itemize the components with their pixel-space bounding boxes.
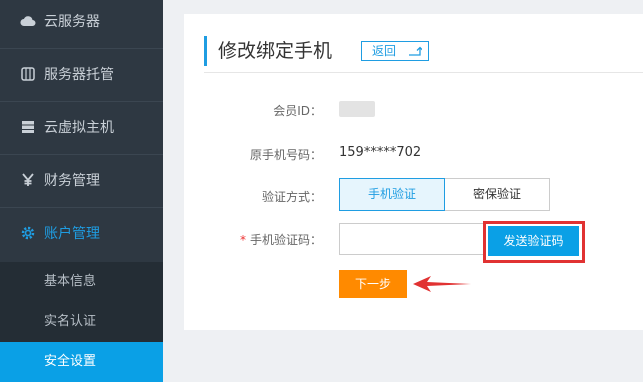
member-id-value-masked — [339, 101, 375, 117]
title-divider — [204, 72, 643, 73]
sidebar-item-finance[interactable]: 财务管理 — [0, 155, 163, 208]
submenu-item-real-name[interactable]: 实名认证 — [0, 302, 163, 342]
verify-method-label: 验证方式： — [261, 190, 322, 204]
method-security-tab[interactable]: 密保验证 — [445, 178, 550, 211]
yen-icon — [20, 172, 36, 188]
cloud-icon — [20, 13, 36, 29]
sidebar-item-label: 云虚拟主机 — [44, 120, 114, 136]
sidebar-item-label: 服务器托管 — [44, 67, 114, 83]
sidebar-item-account[interactable]: 账户管理 — [0, 208, 163, 261]
gear-icon — [20, 225, 36, 241]
virtual-host-icon — [20, 119, 36, 135]
red-arrow-icon — [413, 276, 471, 292]
back-button[interactable]: 返回 — [361, 41, 429, 61]
return-arrow-icon — [409, 46, 422, 56]
page-title: 修改绑定手机 — [218, 40, 333, 62]
sidebar-item-cloud-server[interactable]: 云服务器 — [0, 0, 163, 49]
sidebar-item-label: 财务管理 — [44, 173, 100, 189]
code-label: 手机验证码： — [249, 233, 322, 247]
sidebar-item-server-hosting[interactable]: 服务器托管 — [0, 49, 163, 102]
send-code-button[interactable]: 发送验证码 — [488, 226, 579, 256]
next-step-button[interactable]: 下一步 — [339, 270, 407, 298]
required-mark: * — [239, 233, 246, 247]
account-submenu: 基本信息 实名认证 安全设置 — [0, 262, 163, 382]
phone-label: 原手机号码： — [249, 148, 322, 162]
code-label-wrap: * 手机验证码： — [240, 231, 322, 248]
server-rack-icon — [20, 66, 36, 82]
submenu-item-basic-info[interactable]: 基本信息 — [0, 262, 163, 302]
phone-value: 159*****702 — [339, 145, 422, 160]
verification-code-input[interactable] — [339, 223, 484, 255]
back-button-label: 返回 — [372, 44, 397, 58]
sidebar-item-virtual-host[interactable]: 云虚拟主机 — [0, 102, 163, 155]
sidebar-item-label: 云服务器 — [44, 14, 100, 30]
member-id-label: 会员ID： — [273, 104, 322, 118]
submenu-item-security-settings[interactable]: 安全设置 — [0, 342, 163, 382]
title-accent-bar — [204, 36, 210, 66]
sidebar: 云服务器 服务器托管 云虚拟主机 财务管理 账户管理 基本信息 实名认证 安全设… — [0, 0, 163, 382]
method-phone-tab[interactable]: 手机验证 — [339, 178, 445, 211]
sidebar-item-label: 账户管理 — [44, 226, 100, 242]
main-panel: 修改绑定手机 返回 会员ID： 原手机号码： 159*****702 验证方式：… — [184, 14, 643, 330]
